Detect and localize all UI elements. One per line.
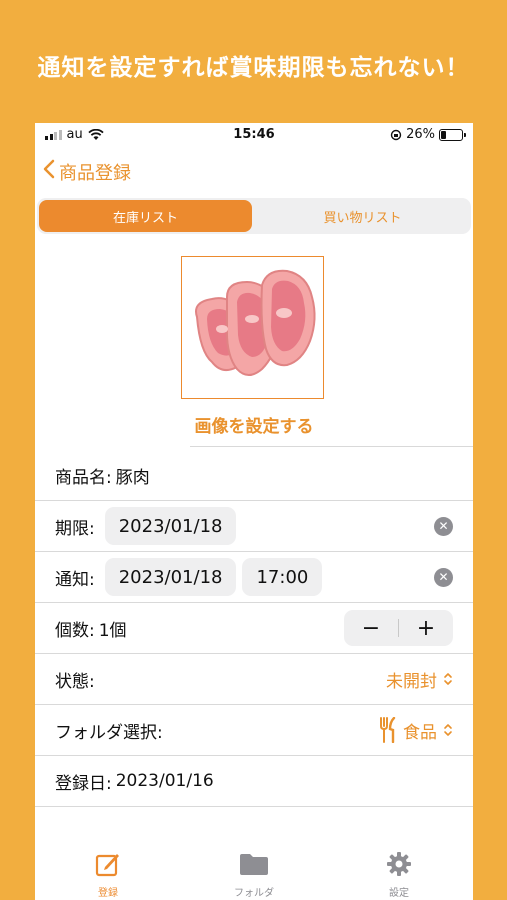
folder-icon (240, 854, 268, 875)
tab-bar: 登録 フォルダ 設定 (35, 843, 473, 900)
tab-folder-label: フォルダ (234, 888, 274, 899)
state-row: 状態: 未開封 (35, 654, 473, 705)
registered-label: 登録日: (55, 773, 112, 794)
fork-knife-icon (380, 717, 396, 743)
compose-icon (95, 854, 119, 877)
folder-label: フォルダ選択: (55, 722, 163, 743)
tab-register-label: 登録 (98, 888, 118, 899)
expiry-date-picker[interactable]: 2023/01/18 (104, 507, 237, 545)
status-bar: au 15:46 26% (35, 123, 473, 147)
product-image[interactable] (181, 256, 324, 399)
divider (190, 446, 473, 447)
segment-shopping-list[interactable]: 買い物リスト (256, 200, 469, 232)
registered-value: 2023/01/16 (115, 771, 214, 791)
notify-label: 通知: (55, 569, 95, 590)
tab-register[interactable]: 登録 (53, 851, 163, 899)
tab-folder[interactable]: フォルダ (199, 851, 309, 899)
name-label: 商品名: (55, 467, 112, 488)
nav-bar: 商品登録 (35, 157, 131, 187)
tab-settings-label: 設定 (389, 888, 409, 899)
quantity-row: 個数: 1個 − + (35, 603, 473, 654)
folder-row: フォルダ選択: 食品 (35, 705, 473, 756)
up-down-chevron-icon (444, 673, 452, 685)
expiry-clear-icon[interactable]: ✕ (434, 516, 453, 536)
nav-title[interactable]: 商品登録 (59, 159, 131, 185)
list-segmented-control: 在庫リスト 買い物リスト (37, 198, 471, 234)
registered-row: 登録日: 2023/01/16 (35, 756, 473, 807)
battery-icon (439, 128, 466, 141)
quantity-stepper: − + (344, 610, 453, 646)
state-label: 状態: (55, 671, 95, 692)
notify-date-picker[interactable]: 2023/01/18 (104, 558, 237, 596)
state-value: 未開封 (386, 671, 437, 692)
folder-value: 食品 (403, 722, 437, 743)
segment-stock-list[interactable]: 在庫リスト (39, 200, 252, 232)
battery-percent: 26% (406, 127, 435, 142)
expiry-label: 期限: (55, 518, 95, 539)
gear-icon (387, 852, 411, 876)
tab-settings[interactable]: 設定 (344, 851, 454, 899)
expiry-row: 期限: 2023/01/18 ✕ (35, 501, 473, 552)
name-value[interactable]: 豚肉 (116, 463, 150, 488)
notify-clear-icon[interactable]: ✕ (434, 567, 453, 587)
folder-menu[interactable]: 食品 (379, 717, 453, 743)
phone-screen: au 15:46 26% 商品登録 在庫リスト 買い物リスト 画像を設定する 商… (35, 123, 473, 900)
name-row[interactable]: 商品名: 豚肉 (35, 450, 473, 501)
set-image-button[interactable]: 画像を設定する (35, 412, 473, 437)
decrement-button[interactable]: − (344, 616, 398, 641)
increment-button[interactable]: + (399, 616, 453, 641)
notify-row: 通知: 2023/01/18 17:00 ✕ (35, 552, 473, 603)
state-menu[interactable]: 未開封 (386, 667, 453, 692)
up-down-chevron-icon (444, 724, 452, 736)
meat-image (195, 269, 316, 376)
orientation-lock-icon (390, 129, 402, 140)
quantity-label: 個数: (55, 620, 95, 641)
quantity-value: 1個 (98, 620, 127, 641)
notify-time-picker[interactable]: 17:00 (242, 558, 323, 596)
promo-headline: 通知を設定すれば賞味期限も忘れない！ (37, 55, 470, 81)
back-chevron-icon[interactable] (43, 159, 55, 185)
